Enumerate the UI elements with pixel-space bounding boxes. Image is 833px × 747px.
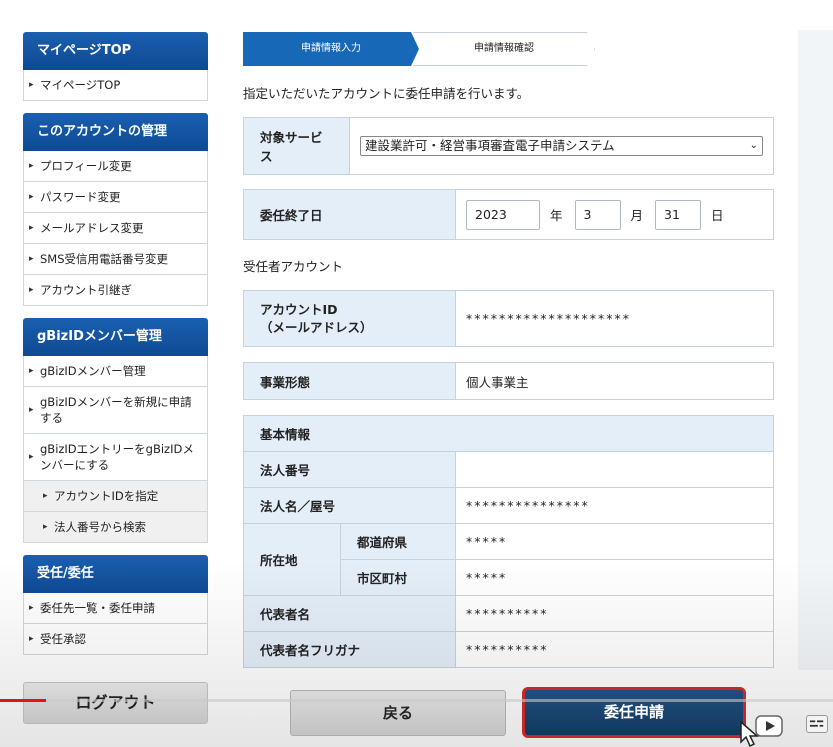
representative-label: 代表者名 bbox=[243, 595, 456, 632]
cursor-icon bbox=[740, 720, 759, 747]
bottom-button-bar: ログアウト 戻る 委任申請 bbox=[0, 682, 833, 747]
month-unit: 月 bbox=[630, 208, 644, 223]
sidebar-block-members: gBizIDメンバー管理 gBizIDメンバー管理 gBizIDメンバーを新規に… bbox=[23, 318, 208, 543]
delegation-apply-button[interactable]: 委任申請 bbox=[522, 687, 746, 738]
logout-button[interactable]: ログアウト bbox=[23, 682, 208, 724]
end-date-cell: 2023 年 3 月 31 日 bbox=[455, 189, 774, 240]
sidebar-heading-members: gBizIDメンバー管理 bbox=[23, 318, 208, 356]
prefecture-value: ***** bbox=[455, 523, 774, 560]
sidebar-item-delegation-list[interactable]: 委任先一覧・委任申請 bbox=[23, 593, 208, 624]
end-day-input[interactable]: 31 bbox=[655, 199, 702, 230]
back-button[interactable]: 戻る bbox=[290, 690, 506, 736]
address-label: 所在地 bbox=[243, 523, 341, 596]
basic-info-heading: 基本情報 bbox=[243, 415, 774, 452]
captions-icon[interactable] bbox=[806, 715, 828, 733]
basic-info-table: 基本情報 法人番号 法人名／屋号 *************** 所在地 都道府… bbox=[243, 415, 774, 668]
sidebar-item-sms-phone[interactable]: SMS受信用電話番号変更 bbox=[23, 244, 208, 275]
end-month-input[interactable]: 3 bbox=[574, 199, 621, 230]
account-id-label-line2: （メールアドレス） bbox=[260, 319, 373, 335]
step-indicator: 申請情報確認 申請情報入力 bbox=[243, 32, 774, 66]
year-unit: 年 bbox=[550, 208, 563, 223]
sidebar-item-mypage-top[interactable]: マイページTOP bbox=[23, 70, 208, 101]
city-label: 市区町村 bbox=[340, 559, 456, 596]
business-type-table: 事業形態 個人事業主 bbox=[243, 362, 774, 400]
representative-kana-label: 代表者名フリガナ bbox=[243, 631, 456, 668]
sidebar-heading-mypage: マイページTOP bbox=[23, 32, 208, 70]
account-id-label: アカウントID （メールアドレス） bbox=[243, 290, 456, 347]
prefecture-label: 都道府県 bbox=[340, 523, 456, 560]
step-input-active: 申請情報入力 bbox=[243, 32, 419, 66]
day-unit: 日 bbox=[711, 208, 724, 223]
video-progress-played[interactable] bbox=[0, 699, 46, 702]
sidebar-item-profile[interactable]: プロフィール変更 bbox=[23, 151, 208, 182]
sidebar-block-account: このアカウントの管理 プロフィール変更 パスワード変更 メールアドレス変更 SM… bbox=[23, 113, 208, 306]
service-select[interactable]: 建設業許可・経営事項審査電子申請システム ⌄ bbox=[360, 136, 763, 156]
sidebar-item-account-transfer[interactable]: アカウント引継ぎ bbox=[23, 275, 208, 306]
representative-kana-value: ********** bbox=[455, 631, 774, 668]
sidebar-item-entry-to-member[interactable]: gBizIDエントリーをgBizIDメンバーにする bbox=[23, 434, 208, 481]
sidebar-heading-account: このアカウントの管理 bbox=[23, 113, 208, 151]
account-id-label-line1: アカウントID bbox=[260, 301, 338, 317]
account-table: アカウントID （メールアドレス） ******************** bbox=[243, 290, 774, 347]
sidebar-heading-delegation: 受任/委任 bbox=[23, 555, 208, 593]
sidebar-item-email[interactable]: メールアドレス変更 bbox=[23, 213, 208, 244]
service-cell: 建設業許可・経営事項審査電子申請システム ⌄ bbox=[349, 117, 774, 175]
sidebar-item-password[interactable]: パスワード変更 bbox=[23, 182, 208, 213]
sidebar: マイページTOP マイページTOP このアカウントの管理 プロフィール変更 パス… bbox=[23, 32, 208, 667]
end-year-input[interactable]: 2023 bbox=[466, 199, 540, 230]
corp-number-label: 法人番号 bbox=[243, 451, 456, 488]
corp-number-value bbox=[455, 451, 774, 488]
main-content: 申請情報確認 申請情報入力 指定いただいたアカウントに委任申請を行います。 対象… bbox=[243, 32, 774, 668]
representative-value: ********** bbox=[455, 595, 774, 632]
corp-name-label: 法人名／屋号 bbox=[243, 487, 456, 524]
step-confirm: 申請情報確認 bbox=[413, 32, 595, 66]
service-table: 対象サービス 建設業許可・経営事項審査電子申請システム ⌄ bbox=[243, 117, 774, 175]
sidebar-item-search-corp-number[interactable]: 法人番号から検索 bbox=[23, 512, 208, 543]
sidebar-item-specify-account-id[interactable]: アカウントIDを指定 bbox=[23, 481, 208, 512]
sidebar-block-mypage: マイページTOP マイページTOP bbox=[23, 32, 208, 101]
right-side-panel bbox=[798, 30, 833, 670]
sidebar-item-member-new[interactable]: gBizIDメンバーを新規に申請する bbox=[23, 387, 208, 434]
sidebar-block-delegation: 受任/委任 委任先一覧・委任申請 受任承認 bbox=[23, 555, 208, 655]
city-value: ***** bbox=[455, 559, 774, 596]
sidebar-item-delegation-approval[interactable]: 受任承認 bbox=[23, 624, 208, 655]
video-progress-track[interactable] bbox=[46, 699, 833, 702]
end-date-table: 委任終了日 2023 年 3 月 31 日 bbox=[243, 189, 774, 240]
end-date-label: 委任終了日 bbox=[243, 189, 456, 240]
intro-text: 指定いただいたアカウントに委任申請を行います。 bbox=[243, 86, 530, 101]
corp-name-value: *************** bbox=[455, 487, 774, 524]
account-id-value: ******************** bbox=[455, 290, 774, 347]
business-type-value: 個人事業主 bbox=[455, 362, 774, 400]
service-select-value: 建設業許可・経営事項審査電子申請システム bbox=[365, 138, 615, 153]
sidebar-item-member-management[interactable]: gBizIDメンバー管理 bbox=[23, 356, 208, 387]
section-label-assignee: 受任者アカウント bbox=[243, 259, 344, 274]
chevron-down-icon: ⌄ bbox=[749, 140, 758, 151]
service-label: 対象サービス bbox=[243, 117, 350, 175]
business-type-label: 事業形態 bbox=[243, 362, 456, 400]
